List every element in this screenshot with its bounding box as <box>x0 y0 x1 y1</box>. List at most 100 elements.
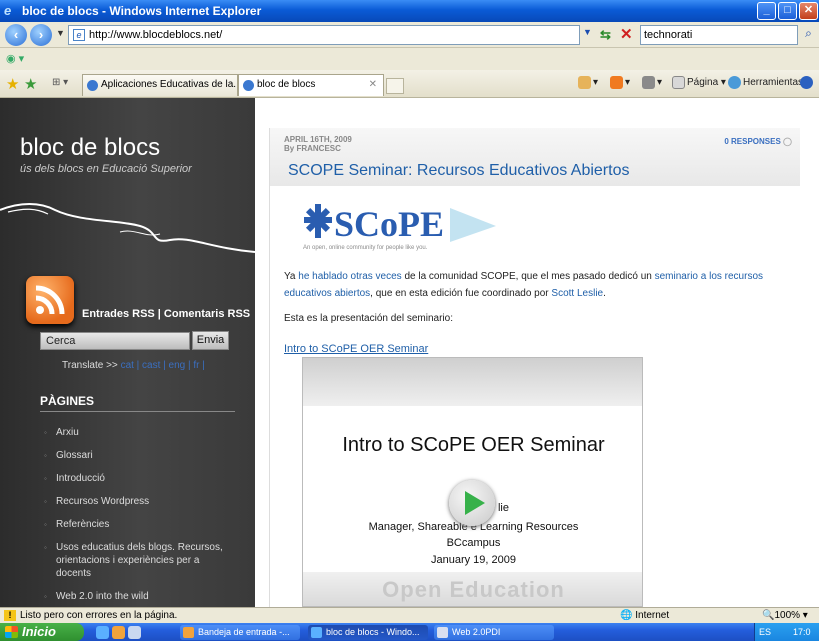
favorites-star-icon[interactable]: ★ <box>6 75 19 93</box>
rss-feed-icon[interactable] <box>26 276 74 324</box>
taskbar-item-web20[interactable]: Web 2.0PDI <box>434 625 554 640</box>
tab-aplicaciones[interactable]: Aplicaciones Educativas de la... <box>82 74 238 96</box>
pages-divider <box>40 411 235 412</box>
window-title: bloc de blocs - Windows Internet Explore… <box>22 4 262 18</box>
feeds-button[interactable]: ▾ <box>610 76 630 89</box>
minimize-button[interactable]: _ <box>757 2 776 20</box>
security-zone: 🌐 Internet <box>620 610 670 621</box>
link-he-hablado[interactable]: he hablado otras veces <box>298 271 401 282</box>
title-bar: e bloc de blocs - Windows Internet Explo… <box>0 0 819 22</box>
sidebar-search-input[interactable]: Cerca <box>40 332 190 350</box>
bullet-icon: ◦ <box>44 474 47 483</box>
zone-label: Internet <box>635 610 670 621</box>
start-label: Inicio <box>22 624 56 639</box>
bullet-icon: ◦ <box>44 543 47 552</box>
scope-logo-text: SCoPE <box>334 204 444 244</box>
url-dropdown-icon[interactable]: ▼ <box>583 27 597 43</box>
tab-label: Aplicaciones Educativas de la... <box>101 79 238 90</box>
post-area: APRIL 16TH, 2009 By FRANCESC 0 RESPONSES… <box>255 98 819 607</box>
pages-list: ◦ Arxiu ◦ Glossari ◦ Introducció ◦ Recursos … <box>44 421 234 607</box>
new-tab-button[interactable] <box>386 78 404 94</box>
play-button[interactable] <box>449 480 495 526</box>
sidebar-item-introduccio[interactable]: ◦ Introducció <box>44 467 234 490</box>
status-bar: ! Listo pero con errores en la página. 🌐… <box>0 607 819 623</box>
video-title: Intro to SCoPE OER Seminar <box>342 434 605 456</box>
sidebar-item-web20[interactable]: ◦ Web 2.0 into the wild <box>44 585 234 607</box>
screen: e bloc de blocs - Windows Internet Explo… <box>0 0 819 641</box>
add-favorites-icon[interactable]: ★ <box>24 75 37 93</box>
outlook-quicklaunch-icon[interactable] <box>112 626 125 639</box>
taskbar-item-bloc[interactable]: bloc de blocs - Windo... <box>308 625 428 640</box>
sidebar-item-glossari[interactable]: ◦ Glossari <box>44 444 234 467</box>
translate-languages[interactable]: cat | cast | eng | fr | <box>121 360 205 371</box>
language-indicator[interactable]: ES <box>759 623 771 641</box>
post-paragraph-1: Ya he hablado otras veces de la comunida… <box>284 268 796 302</box>
post-responses-link[interactable]: 0 RESPONSES ◯ <box>724 137 792 146</box>
print-button[interactable]: ▾ <box>642 76 662 89</box>
home-icon <box>578 76 591 89</box>
ie-quicklaunch-icon[interactable] <box>96 626 109 639</box>
text: de la comunidad SCOPE, que el mes pasado… <box>401 271 655 282</box>
home-button[interactable]: ▾ <box>578 76 598 89</box>
quick-tabs-icon[interactable]: ⊞ ▾ <box>52 77 68 88</box>
sidebar: bloc de blocs ús dels blocs en Educació … <box>0 98 255 607</box>
maximize-button[interactable]: □ <box>778 2 797 20</box>
post: APRIL 16TH, 2009 By FRANCESC 0 RESPONSES… <box>269 128 800 607</box>
scope-tagline: An open, online community for people lik… <box>303 245 428 251</box>
sidebar-item-usos-educatius[interactable]: ◦ Usos educatius dels blogs. Recursos, or… <box>44 536 234 585</box>
links-row: ◉ ▾ <box>0 48 819 70</box>
url-input[interactable]: e http://www.blocdeblocs.net/ <box>68 25 580 45</box>
video-player[interactable]: Intro to SCoPE OER Seminar lie Manager, … <box>302 357 643 607</box>
bullet-icon: ◦ <box>44 428 47 437</box>
rss-links[interactable]: Entrades RSS | Comentaris RSS <box>82 308 250 320</box>
page-menu[interactable]: Página ▾ <box>672 76 726 89</box>
back-button[interactable]: ‹ <box>5 24 27 46</box>
windows-flag-icon <box>5 626 18 638</box>
translate-label: Translate >> <box>62 360 118 371</box>
search-submit-button[interactable]: Envia <box>192 331 229 350</box>
document-icon <box>437 627 448 638</box>
page-content: bloc de blocs ús dels blocs en Educació … <box>0 98 819 607</box>
tab-row: ★ ★ ⊞ ▾ Aplicaciones Educativas de la...… <box>0 70 819 98</box>
mail-icon <box>183 627 194 638</box>
start-button[interactable]: Inicio <box>0 623 84 641</box>
search-input[interactable]: technorati <box>640 25 798 45</box>
search-icon[interactable]: ⌕ <box>800 26 817 44</box>
warning-icon[interactable]: ! <box>4 610 16 621</box>
post-date: APRIL 16TH, 2009 <box>284 135 352 144</box>
post-title[interactable]: SCOPE Seminar: Recursos Educativos Abier… <box>288 162 629 180</box>
bullet-icon: ◦ <box>44 592 47 601</box>
link-scott-leslie[interactable]: Scott Leslie <box>551 288 603 299</box>
taskbar-item-bandeja[interactable]: Bandeja de entrada -... <box>180 625 300 640</box>
bullet-icon: ◦ <box>44 451 47 460</box>
tab-bloc-de-blocs[interactable]: bloc de blocs ✕ <box>238 74 384 96</box>
refresh-icon[interactable]: ⇆ <box>600 27 611 43</box>
history-dropdown-icon[interactable]: ▼ <box>56 28 65 38</box>
sidebar-item-recursos-wordpress[interactable]: ◦ Recursos Wordpress <box>44 490 234 513</box>
sidebar-item-label: Arxiu <box>56 427 79 438</box>
text: . <box>603 288 606 299</box>
text: , que en esta edición fue coordinado por <box>370 288 552 299</box>
sidebar-item-arxiu[interactable]: ◦ Arxiu <box>44 421 234 444</box>
comment-bubble-icon: ◯ <box>783 137 792 146</box>
blog-title[interactable]: bloc de blocs <box>20 134 160 162</box>
desktop-quicklaunch-icon[interactable] <box>128 626 141 639</box>
print-icon <box>642 76 655 89</box>
tab-close-icon[interactable]: ✕ <box>369 75 377 95</box>
close-button[interactable]: ✕ <box>799 2 818 20</box>
address-bar-row: ‹ › ▼ e http://www.blocdeblocs.net/ ▼ ⇆ … <box>0 22 819 48</box>
zoom-value: 100% <box>774 610 801 621</box>
forward-button[interactable]: › <box>30 24 52 46</box>
links-icon[interactable]: ◉ ▾ <box>6 52 24 65</box>
stop-icon[interactable]: ✕ <box>620 25 633 43</box>
sidebar-item-referencies[interactable]: ◦ Referències <box>44 513 234 536</box>
help-icon <box>800 76 813 89</box>
sidebar-item-label: Referències <box>56 519 110 530</box>
help-button[interactable] <box>800 76 815 89</box>
post-author: By FRANCESC <box>284 144 341 153</box>
page-icon: e <box>73 29 85 41</box>
video-link[interactable]: Intro to SCoPE OER Seminar <box>284 343 428 355</box>
zoom-level[interactable]: 🔍100% ▾ <box>762 608 808 623</box>
video-bottom-band: Open Education <box>303 572 642 606</box>
tools-menu[interactable]: Herramientas ▾ <box>728 76 811 89</box>
